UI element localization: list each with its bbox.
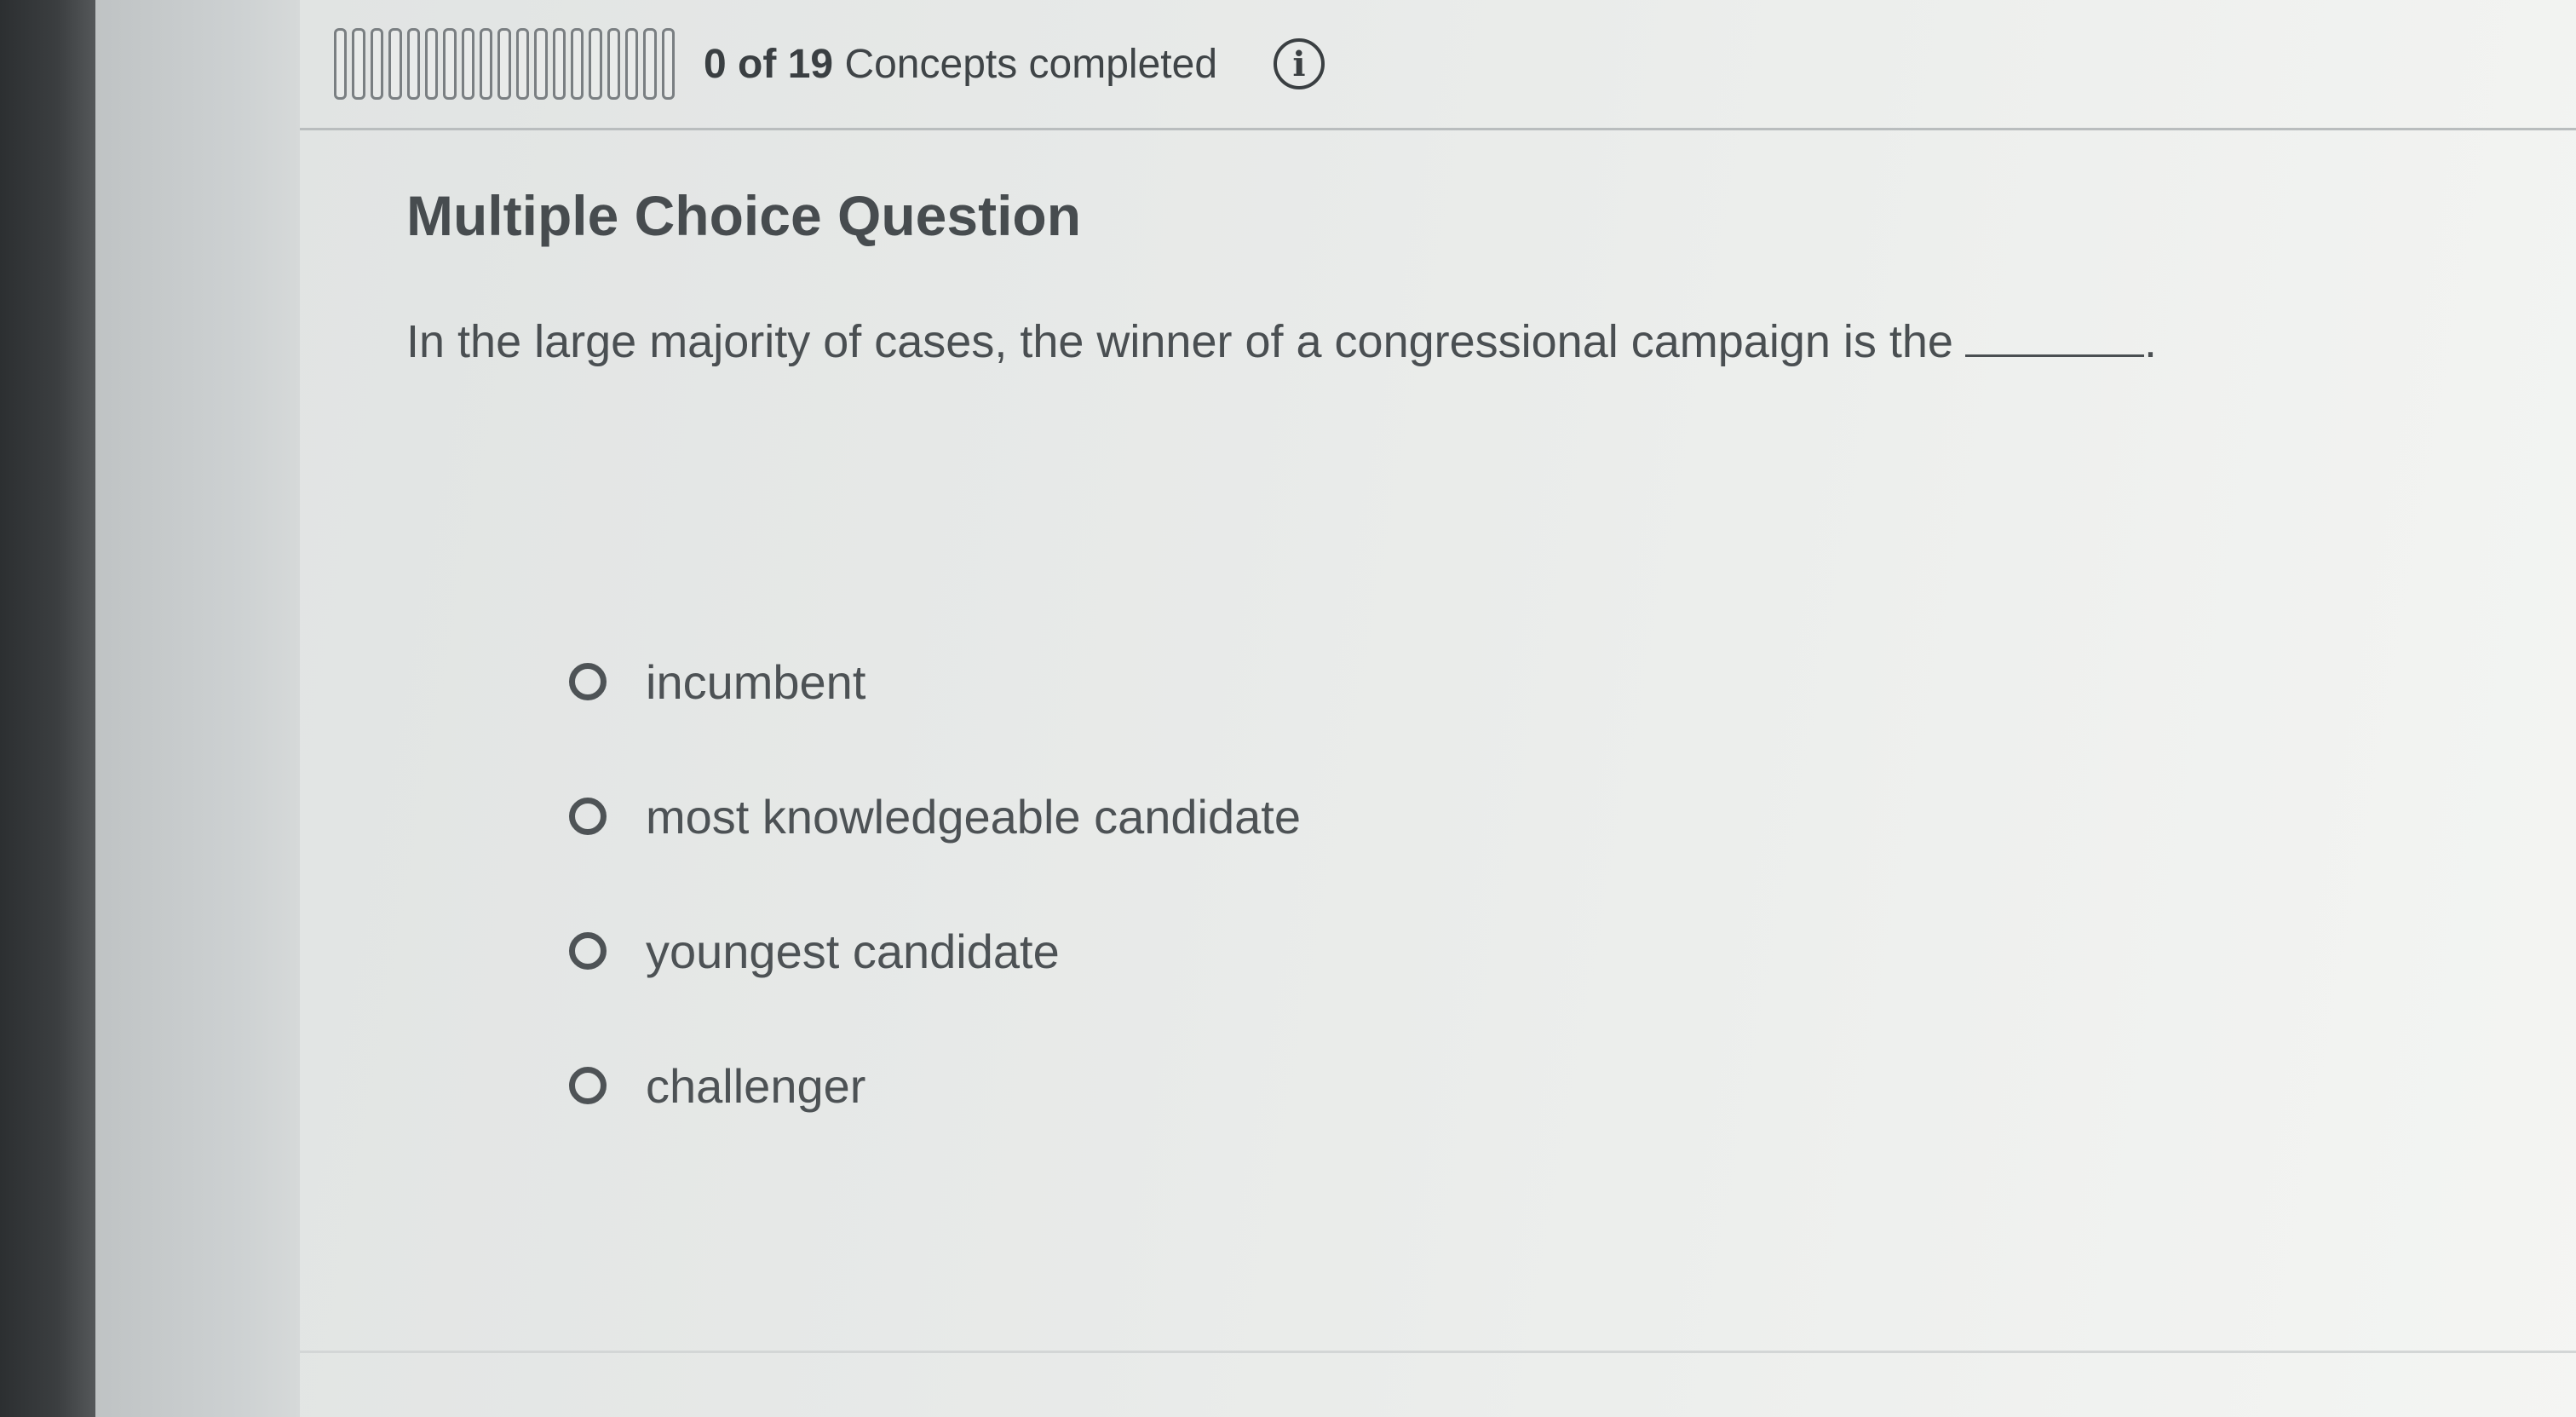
option-label[interactable]: youngest candidate xyxy=(646,924,1060,979)
question-end-punct: . xyxy=(2143,316,2157,367)
progress-label: Concepts completed xyxy=(844,41,1218,87)
option-incumbent[interactable]: incumbent xyxy=(569,648,1301,716)
info-icon[interactable]: i xyxy=(1274,38,1325,89)
progress-segment xyxy=(370,28,384,100)
question-text: In the large majority of cases, the winn… xyxy=(406,315,2157,368)
progress-segment xyxy=(480,28,493,100)
option-label[interactable]: incumbent xyxy=(646,654,865,710)
progress-segment xyxy=(534,28,548,100)
main-content: 0 of 19 Concepts completed i Multiple Ch… xyxy=(300,0,2576,1417)
progress-segment xyxy=(497,28,511,100)
progress-segment xyxy=(461,28,474,100)
progress-segment xyxy=(552,28,566,100)
progress-segment xyxy=(589,28,602,100)
left-sidebar xyxy=(95,0,300,1417)
radio-button[interactable] xyxy=(569,932,607,970)
option-most-knowledgeable-candidate[interactable]: most knowledgeable candidate xyxy=(569,782,1301,850)
option-challenger[interactable]: challenger xyxy=(569,1051,1301,1120)
progress-total-count: 19 xyxy=(787,41,834,87)
option-label[interactable]: challenger xyxy=(646,1058,865,1114)
progress-segment xyxy=(570,28,584,100)
screen-bezel xyxy=(0,0,95,1417)
info-glyph: i xyxy=(1292,43,1306,84)
progress-segment xyxy=(607,28,620,100)
progress-segment xyxy=(334,28,348,100)
concepts-progress-bar xyxy=(334,28,676,100)
progress-segment xyxy=(424,28,439,100)
option-label[interactable]: most knowledgeable candidate xyxy=(646,789,1301,844)
answer-options: incumbent most knowledgeable candidate y… xyxy=(569,648,1301,1186)
progress-segment xyxy=(515,28,530,100)
progress-header: 0 of 19 Concepts completed i xyxy=(334,17,1325,111)
radio-button[interactable] xyxy=(569,798,607,835)
progress-text: 0 of 19 Concepts completed xyxy=(704,41,1217,88)
progress-segment xyxy=(406,28,420,100)
progress-completed-count: 0 xyxy=(704,41,727,87)
progress-segment xyxy=(625,28,639,100)
progress-segment xyxy=(388,28,402,100)
radio-button[interactable] xyxy=(569,1067,607,1104)
progress-segment xyxy=(443,28,457,100)
question-prompt: In the large majority of cases, the winn… xyxy=(406,316,1953,367)
progress-of: of xyxy=(738,41,777,87)
progress-segment xyxy=(643,28,657,100)
header-divider xyxy=(300,128,2576,130)
footer-divider xyxy=(300,1351,2576,1353)
progress-segment xyxy=(352,28,365,100)
radio-button[interactable] xyxy=(569,663,607,700)
progress-segment xyxy=(661,28,676,100)
option-youngest-candidate[interactable]: youngest candidate xyxy=(569,917,1301,985)
question-title: Multiple Choice Question xyxy=(406,184,1082,247)
answer-blank xyxy=(1964,320,2144,357)
